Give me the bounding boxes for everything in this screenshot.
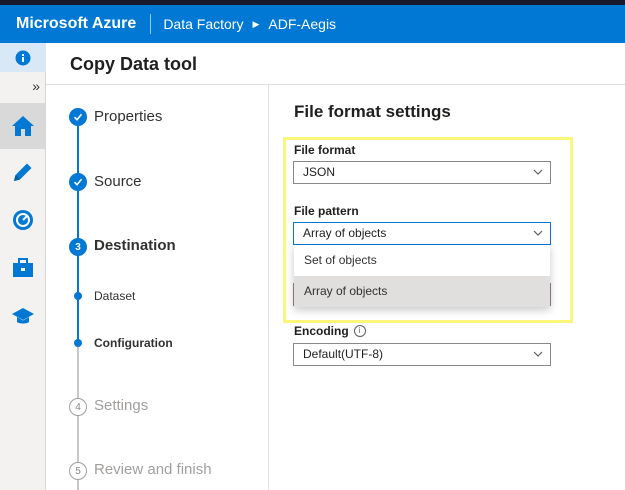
chevron-down-icon (533, 169, 543, 175)
step-properties[interactable]: Properties (94, 108, 162, 125)
substep-dataset-dot (74, 292, 82, 300)
step-destination-number: 3 (69, 238, 87, 256)
stepper-line-complete (77, 126, 79, 344)
encoding-select[interactable]: Default(UTF-8) (293, 343, 551, 366)
graduation-cap-icon (12, 308, 34, 324)
nav-item-author[interactable] (0, 149, 46, 195)
header-divider (46, 84, 625, 85)
breadcrumb-data-factory[interactable]: Data Factory (163, 16, 243, 32)
nav-item-monitor[interactable] (0, 197, 46, 243)
breadcrumb-factory-name[interactable]: ADF-Aegis (268, 16, 336, 32)
left-nav: » (0, 43, 46, 490)
nav-item-learn[interactable] (0, 293, 46, 339)
file-pattern-select[interactable]: Array of objects (293, 222, 551, 245)
chevron-down-icon (533, 230, 543, 236)
step-review-and-finish[interactable]: Review and finish (94, 461, 212, 478)
file-format-label: File format (294, 143, 355, 157)
step-settings[interactable]: Settings (94, 397, 148, 414)
info-icon (15, 50, 31, 65)
substep-dataset[interactable]: Dataset (94, 289, 135, 303)
option-array-of-objects[interactable]: Array of objects (294, 276, 550, 307)
chevron-down-icon (533, 351, 543, 357)
panel-divider (268, 85, 269, 490)
pencil-icon (14, 163, 32, 181)
encoding-value: Default(UTF-8) (303, 347, 384, 361)
brand-name[interactable]: Microsoft Azure (0, 15, 150, 33)
file-format-value: JSON (303, 165, 336, 179)
encoding-label: Encoding i (294, 324, 366, 338)
breadcrumb-chevron-icon: ▶ (252, 18, 260, 29)
file-pattern-label-text: File pattern (294, 204, 359, 218)
top-bar: Microsoft Azure Data Factory ▶ ADF-Aegis (0, 5, 625, 43)
substep-configuration[interactable]: Configuration (94, 336, 173, 350)
monitor-icon (13, 210, 33, 230)
file-format-label-text: File format (294, 143, 356, 157)
step-properties-check-icon (69, 108, 87, 126)
info-button[interactable] (0, 43, 46, 72)
file-pattern-value: Array of objects (303, 226, 387, 240)
nav-item-manage[interactable] (0, 245, 46, 291)
file-format-select[interactable]: JSON (293, 161, 551, 184)
step-destination[interactable]: Destination (94, 237, 176, 254)
step-settings-number: 4 (69, 398, 87, 416)
page-title: Copy Data tool (70, 54, 198, 74)
file-pattern-label: File pattern (294, 204, 359, 218)
encoding-info-icon[interactable]: i (353, 325, 366, 337)
nav-item-home[interactable] (0, 103, 46, 149)
home-icon (12, 116, 34, 136)
encoding-label-text: Encoding (294, 324, 349, 338)
step-source-check-icon (69, 173, 87, 191)
option-set-of-objects[interactable]: Set of objects (294, 245, 550, 276)
substep-configuration-dot (74, 339, 82, 347)
file-pattern-dropdown: Set of objects Array of objects (294, 245, 550, 307)
expand-nav-button[interactable]: » (0, 75, 46, 97)
toolbox-icon (13, 258, 33, 277)
step-source[interactable]: Source (94, 173, 142, 190)
section-title: File format settings (294, 102, 451, 121)
step-review-number: 5 (69, 462, 87, 480)
topbar-separator (150, 14, 152, 34)
